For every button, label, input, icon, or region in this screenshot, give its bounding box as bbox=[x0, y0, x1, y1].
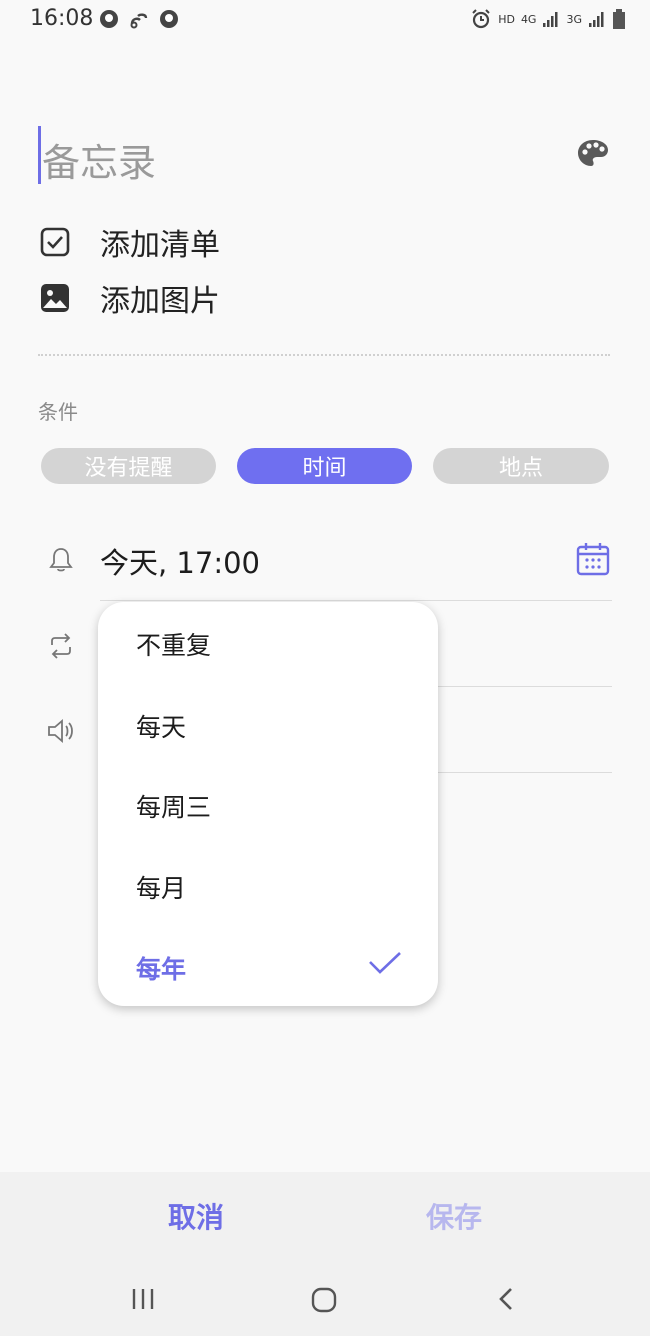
reminder-time-value[interactable]: 今天, 17:00 bbox=[100, 540, 260, 582]
memo-title-input[interactable]: 备忘录 bbox=[38, 124, 598, 186]
status-indicators: HD 4G 3G bbox=[470, 8, 626, 30]
palette-icon[interactable] bbox=[576, 138, 610, 168]
speaker-icon[interactable] bbox=[46, 716, 76, 746]
add-checklist-button[interactable]: 添加清单 bbox=[40, 220, 220, 264]
tab-location[interactable]: 地点 bbox=[433, 448, 609, 484]
alarm-icon bbox=[472, 9, 490, 29]
status-notification-icons bbox=[98, 8, 180, 30]
repeat-dropdown-menu: 不重复 每天 每周三 每月 每年 bbox=[98, 602, 438, 1006]
condition-label: 条件 bbox=[38, 400, 78, 424]
text-cursor bbox=[38, 126, 41, 184]
recent-apps-icon[interactable] bbox=[130, 1286, 156, 1312]
repeat-icon[interactable] bbox=[46, 631, 76, 661]
repeat-option-weekly[interactable]: 每周三 bbox=[136, 788, 211, 824]
signal-icon bbox=[589, 12, 604, 27]
image-icon bbox=[41, 284, 69, 312]
system-navigation-bar bbox=[0, 1262, 650, 1336]
save-button[interactable]: 保存 bbox=[394, 1196, 514, 1236]
repeat-option-none[interactable]: 不重复 bbox=[136, 626, 211, 662]
signal-icon bbox=[543, 12, 558, 27]
hd-label: HD bbox=[498, 12, 515, 26]
status-time: 16:08 bbox=[30, 6, 94, 31]
memo-title-placeholder: 备忘录 bbox=[42, 141, 157, 185]
add-checklist-label: 添加清单 bbox=[100, 228, 220, 263]
tab-no-reminder[interactable]: 没有提醒 bbox=[41, 448, 216, 484]
add-image-button[interactable]: 添加图片 bbox=[40, 276, 220, 320]
network-4g-label: 4G bbox=[520, 12, 537, 26]
repeat-option-monthly[interactable]: 每月 bbox=[136, 869, 186, 905]
app-notification-icon bbox=[160, 10, 178, 28]
status-bar: 16:08 HD 4G 3G bbox=[0, 0, 650, 40]
checkbox-icon bbox=[40, 227, 70, 257]
home-icon[interactable] bbox=[310, 1286, 338, 1314]
app-notification-icon bbox=[100, 10, 118, 28]
network-3g-label: 3G bbox=[566, 12, 582, 26]
checkmark-icon bbox=[369, 952, 401, 974]
tab-time[interactable]: 时间 bbox=[237, 448, 412, 484]
bottom-action-bar bbox=[0, 1172, 650, 1262]
bell-icon bbox=[49, 548, 73, 572]
divider bbox=[38, 354, 610, 356]
repeat-option-yearly[interactable]: 每年 bbox=[136, 950, 186, 986]
calendar-icon[interactable] bbox=[576, 542, 610, 576]
add-image-label: 添加图片 bbox=[100, 284, 220, 319]
repeat-option-daily[interactable]: 每天 bbox=[136, 708, 186, 744]
back-icon[interactable] bbox=[494, 1286, 518, 1312]
divider bbox=[100, 600, 612, 601]
cancel-button[interactable]: 取消 bbox=[136, 1196, 256, 1236]
battery-icon bbox=[613, 9, 625, 29]
link-icon bbox=[130, 13, 148, 29]
